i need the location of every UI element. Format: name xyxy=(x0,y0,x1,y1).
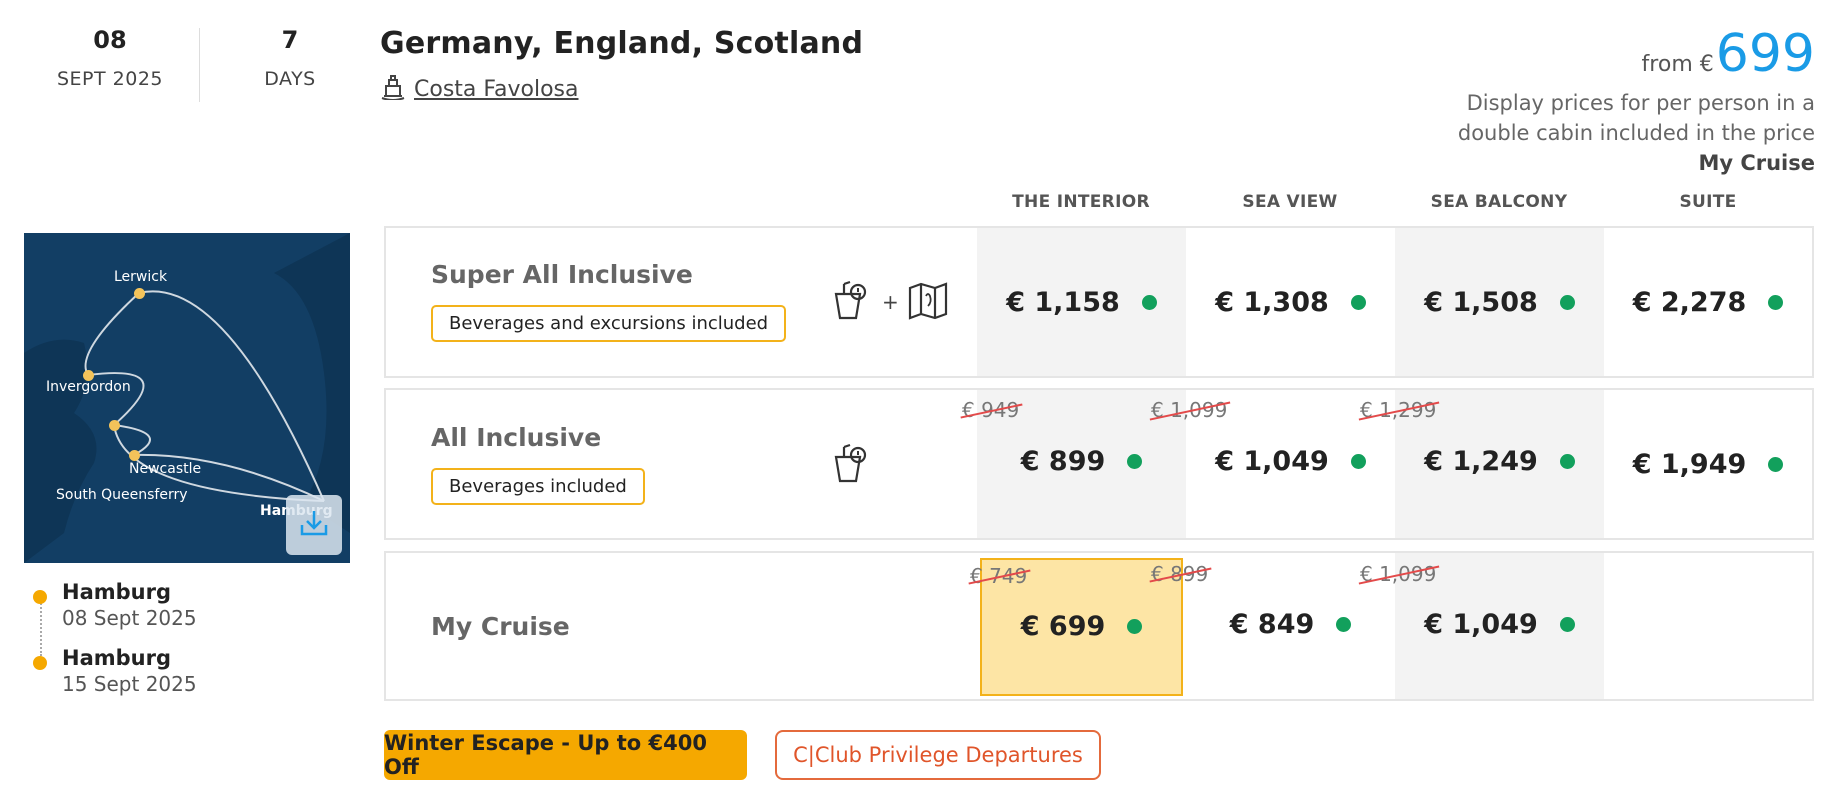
availability-dot xyxy=(1127,454,1143,469)
price-cell-sea-balcony[interactable]: € 1,099 € 1,049 xyxy=(1358,553,1604,699)
itinerary-port: Hamburg xyxy=(62,646,171,670)
availability-dot xyxy=(1768,294,1784,310)
price: € 1,158 xyxy=(1006,286,1120,318)
old-price: € 1,099 xyxy=(1358,562,1440,586)
col-header-sea-balcony: SEA BALCONY xyxy=(1430,192,1568,212)
itinerary-port: Hamburg xyxy=(62,580,171,604)
price-cell-sea-balcony[interactable]: € 1,508 xyxy=(1395,228,1604,376)
itinerary-date: 15 Sept 2025 xyxy=(62,672,197,696)
from-label: from € xyxy=(1641,52,1714,77)
availability-dot xyxy=(1336,617,1352,632)
price-cell-sea-balcony[interactable]: € 1,299 € 1,249 xyxy=(1358,390,1604,538)
price: € 2,278 xyxy=(1632,286,1747,318)
drink-icon xyxy=(832,443,868,487)
from-price-block: from € 699 xyxy=(1642,24,1815,84)
map-port-dot xyxy=(129,450,140,461)
col-header-suite: SUITE xyxy=(1679,192,1737,212)
map-label: Newcastle xyxy=(129,461,202,477)
map-label: Lerwick xyxy=(114,269,168,285)
duration-unit: DAYS xyxy=(264,68,316,90)
price-cell-interior[interactable]: € 1,158 xyxy=(977,228,1186,376)
old-price: € 1,099 xyxy=(1149,398,1231,422)
itinerary-connector xyxy=(40,596,44,656)
departure-day: 08 xyxy=(93,26,127,54)
price-cell-suite[interactable]: € 1,949 xyxy=(1604,390,1812,538)
ship-name: Costa Favolosa xyxy=(414,76,579,102)
drink-icon xyxy=(832,280,868,324)
old-price: € 1,299 xyxy=(1358,398,1440,422)
ship-link[interactable]: Costa Favolosa xyxy=(380,72,579,106)
fare-name: Super All Inclusive xyxy=(431,260,693,289)
map-label: South Queensferry xyxy=(56,487,188,503)
itinerary-dot xyxy=(33,590,47,604)
availability-dot xyxy=(1141,294,1157,310)
plus-sign: + xyxy=(882,290,899,314)
availability-dot xyxy=(1768,456,1784,472)
availability-dot xyxy=(1559,294,1575,310)
trip-duration: 7 DAYS xyxy=(220,26,360,90)
fare-name: My Cruise xyxy=(431,612,570,641)
col-header-interior: THE INTERIOR xyxy=(1012,192,1150,212)
availability-dot xyxy=(1559,454,1575,469)
fare-tag: Beverages included xyxy=(431,468,645,505)
price: € 1,508 xyxy=(1424,286,1538,318)
club-privilege-button[interactable]: C|Club Privilege Departures xyxy=(775,730,1101,780)
date-divider xyxy=(199,28,200,102)
old-price: € 899 xyxy=(1149,562,1212,586)
price-note: Display prices for per person in a doubl… xyxy=(1458,88,1815,178)
price-note-line3: My Cruise xyxy=(1698,151,1815,175)
availability-dot xyxy=(1350,294,1366,310)
map-icon xyxy=(908,282,948,324)
fare-name: All Inclusive xyxy=(431,423,602,452)
availability-dot xyxy=(1350,454,1366,469)
price: € 699 xyxy=(1020,611,1106,642)
departure-date: 08 SEPT 2025 xyxy=(40,26,180,90)
col-header-sea-view: SEA VIEW xyxy=(1242,192,1338,212)
price-cell-sea-view[interactable]: € 1,308 xyxy=(1186,228,1395,376)
map-port-dot xyxy=(109,420,120,431)
old-price: € 749 xyxy=(968,564,1031,588)
download-map-button[interactable] xyxy=(286,495,342,555)
availability-dot xyxy=(1127,619,1143,634)
price: € 1,049 xyxy=(1215,446,1329,477)
route-map[interactable]: Lerwick Invergordon Newcastle South Quee… xyxy=(24,233,350,563)
price: € 899 xyxy=(1020,446,1106,477)
map-port-dot xyxy=(134,288,145,299)
itinerary-date: 08 Sept 2025 xyxy=(62,606,197,630)
price: € 1,949 xyxy=(1632,448,1747,480)
price: € 1,249 xyxy=(1424,446,1538,477)
departure-month-year: SEPT 2025 xyxy=(56,68,164,90)
price-note-line2: double cabin included in the price xyxy=(1457,121,1815,145)
cruise-title: Germany, England, Scotland xyxy=(380,26,864,61)
promo-button[interactable]: Winter Escape - Up to €400 Off xyxy=(384,730,747,780)
price: € 849 xyxy=(1229,609,1315,640)
from-price: 699 xyxy=(1715,24,1815,84)
price-cell-suite[interactable]: € 2,278 xyxy=(1604,228,1812,376)
ship-icon xyxy=(380,72,406,106)
price: € 1,049 xyxy=(1424,609,1538,640)
price: € 1,308 xyxy=(1215,286,1329,318)
old-price: € 949 xyxy=(960,398,1023,422)
download-icon xyxy=(299,509,329,541)
itinerary-dot xyxy=(33,656,47,670)
map-label: Invergordon xyxy=(46,379,131,395)
price-note-line1: Display prices for per person in a xyxy=(1466,91,1815,115)
fare-tag: Beverages and excursions included xyxy=(431,305,787,342)
availability-dot xyxy=(1559,617,1575,632)
duration-number: 7 xyxy=(281,26,299,54)
